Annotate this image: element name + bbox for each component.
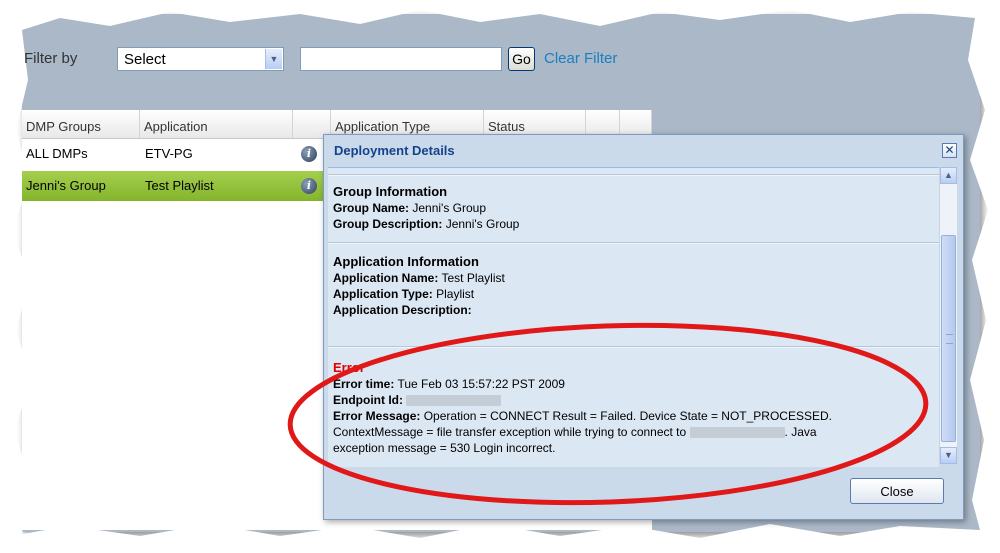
divider xyxy=(328,346,939,348)
error-section: Error Error time: Tue Feb 03 15:57:22 PS… xyxy=(333,360,929,456)
application-type-label: Application Type: xyxy=(333,287,433,301)
group-description-value: Jenni's Group xyxy=(445,217,520,231)
scrollbar-thumb[interactable] xyxy=(941,235,956,442)
dialog-title: Deployment Details xyxy=(334,143,455,158)
group-description-label: Group Description: xyxy=(333,217,443,231)
divider xyxy=(328,174,939,176)
error-message-line2-end: . Java xyxy=(784,425,817,439)
info-icon[interactable]: i xyxy=(301,178,317,194)
endpoint-id-label: Endpoint Id: xyxy=(333,393,403,407)
filter-select-value: Select xyxy=(124,51,166,68)
grip-icon xyxy=(946,334,953,344)
row-group: Jenni's Group xyxy=(26,178,106,193)
row-application: Test Playlist xyxy=(145,178,214,193)
close-button[interactable]: Close xyxy=(850,478,944,504)
go-button[interactable]: Go xyxy=(508,47,535,71)
group-name-value: Jenni's Group xyxy=(412,201,487,215)
info-icon[interactable]: i xyxy=(301,146,317,162)
error-heading: Error xyxy=(333,360,365,375)
arrow-down-icon[interactable]: ▼ xyxy=(940,447,957,464)
column-header-dmp-groups[interactable]: DMP Groups xyxy=(22,110,140,138)
close-icon[interactable]: ✕ xyxy=(942,143,957,158)
application-name-label: Application Name: xyxy=(333,271,439,285)
dialog-scrollbar[interactable]: ▲ ▼ xyxy=(939,167,957,464)
error-message-line2: ContextMessage = file transfer exception… xyxy=(333,425,687,439)
filter-select[interactable]: Select ▼ xyxy=(117,47,284,71)
clear-filter-link[interactable]: Clear Filter xyxy=(544,50,617,67)
group-information-heading: Group Information xyxy=(333,184,448,199)
redacted-endpoint-id xyxy=(406,395,502,407)
redacted-host xyxy=(689,427,785,439)
error-message-line3: exception message = 530 Login incorrect. xyxy=(333,441,556,455)
arrow-up-icon[interactable]: ▲ xyxy=(940,167,957,184)
filter-text-input[interactable] xyxy=(300,47,502,71)
application-type-value: Playlist xyxy=(436,287,475,301)
deployment-details-dialog: Deployment Details ✕ Group Information G… xyxy=(323,134,964,520)
application-name-value: Test Playlist xyxy=(441,271,505,285)
row-application: ETV-PG xyxy=(145,146,193,161)
chevron-down-icon[interactable]: ▼ xyxy=(265,49,282,69)
row-group: ALL DMPs xyxy=(26,146,88,161)
error-time-label: Error time: xyxy=(333,377,395,391)
application-description-label: Application Description: xyxy=(333,303,472,317)
error-message-line1: Operation = CONNECT Result = Failed. Dev… xyxy=(423,409,832,423)
group-information-section: Group Information Group Name: Jenni's Gr… xyxy=(333,184,519,232)
application-information-section: Application Information Application Name… xyxy=(333,254,505,318)
application-information-heading: Application Information xyxy=(333,254,479,269)
divider xyxy=(328,242,939,244)
filter-label: Filter by xyxy=(24,50,78,67)
group-name-label: Group Name: xyxy=(333,201,410,215)
column-header-application[interactable]: Application xyxy=(140,110,293,138)
error-message-label: Error Message: xyxy=(333,409,421,423)
dialog-body: Group Information Group Name: Jenni's Gr… xyxy=(328,167,939,467)
error-time-value: Tue Feb 03 15:57:22 PST 2009 xyxy=(397,377,565,391)
